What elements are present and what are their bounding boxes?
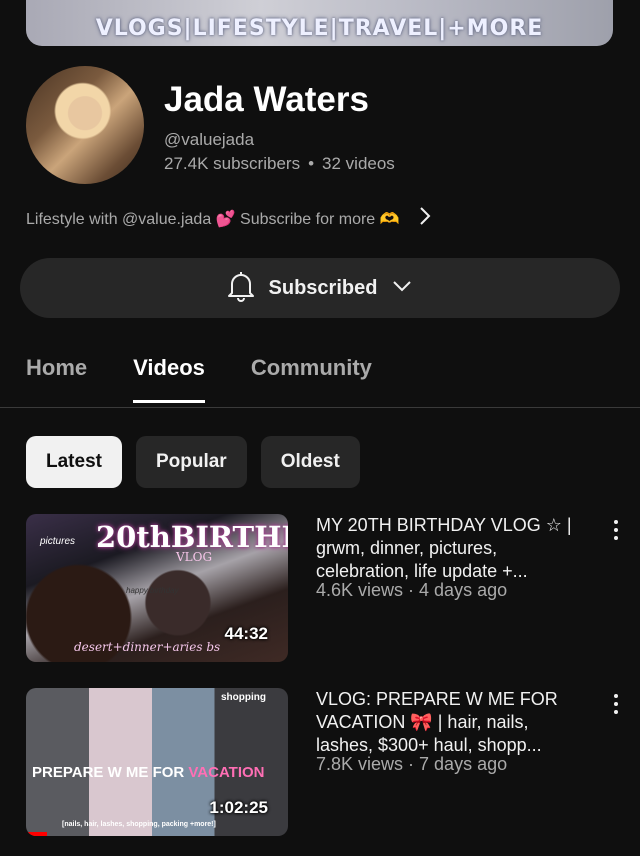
thumbnail-cake-text: happy birthday — [126, 586, 179, 595]
chip-latest[interactable]: Latest — [26, 436, 122, 488]
thumbnail-title-part: PREPARE W ME FOR — [32, 764, 185, 781]
bell-icon — [227, 270, 255, 307]
subscribed-label: Subscribed — [268, 276, 378, 299]
thumbnail-subtitle: VLOG — [176, 550, 213, 564]
video-title[interactable]: MY 20TH BIRTHDAY VLOG ☆ | grwm, dinner, … — [316, 514, 586, 583]
thumbnail-caption: [nails, hair, lashes, shopping, packing … — [62, 821, 216, 828]
channel-avatar[interactable] — [26, 66, 144, 184]
thumbnail-title: PREPARE W ME FOR VACATION — [32, 764, 265, 781]
channel-handle: @valuejada — [164, 130, 255, 149]
video-duration: 1:02:25 — [209, 798, 268, 817]
tabs-divider — [0, 407, 640, 408]
thumbnail-corner-text: pictures — [40, 536, 76, 547]
channel-description[interactable]: Lifestyle with @value.jada 💕 Subscribe f… — [26, 205, 432, 233]
more-options-icon[interactable] — [610, 520, 622, 540]
banner-text: VLOGS|LIFESTYLE|TRAVEL|+MORE — [95, 16, 544, 41]
subscribed-button[interactable]: Subscribed — [20, 258, 620, 318]
tab-videos[interactable]: Videos — [133, 355, 205, 403]
channel-tabs: Home Videos Community — [26, 355, 418, 403]
video-thumbnail[interactable]: pictures 20thBIRTHDAY VLOG happy birthda… — [26, 514, 288, 662]
watch-progress-bar — [26, 832, 47, 836]
chip-popular[interactable]: Popular — [135, 436, 247, 488]
description-text: Lifestyle with @value.jada 💕 Subscribe f… — [26, 211, 400, 228]
subscriber-count: 27.4K subscribers — [164, 154, 301, 173]
chip-oldest[interactable]: Oldest — [260, 436, 360, 488]
more-options-icon[interactable] — [610, 694, 622, 714]
video-item[interactable]: shopping PREPARE W ME FOR VACATION [nail… — [26, 688, 622, 836]
video-meta: 7.8K views · 7 days ago — [316, 754, 508, 774]
channel-banner: VLOGS|LIFESTYLE|TRAVEL|+MORE — [26, 0, 613, 46]
stats-separator: • — [308, 154, 315, 173]
thumbnail-tag: shopping — [221, 692, 266, 703]
video-meta: 4.6K views · 4 days ago — [316, 580, 508, 600]
channel-stats: 27.4K subscribers • 32 videos — [164, 154, 395, 174]
thumbnail-script-text: desert+dinner+aries bs — [74, 640, 221, 654]
video-title[interactable]: VLOG: PREPARE W ME FOR VACATION 🎀 | hair… — [316, 688, 586, 757]
sort-chips: Latest Popular Oldest — [26, 436, 360, 488]
thumbnail-title-highlight: VACATION — [188, 764, 265, 781]
video-duration: 44:32 — [224, 624, 268, 643]
chevron-right-icon[interactable] — [418, 205, 432, 233]
video-thumbnail[interactable]: shopping PREPARE W ME FOR VACATION [nail… — [26, 688, 288, 836]
video-count: 32 videos — [322, 154, 395, 173]
channel-name: Jada Waters — [164, 80, 369, 119]
thumbnail-title: 20thBIRTHDAY — [96, 520, 288, 554]
tab-community[interactable]: Community — [251, 355, 372, 381]
tab-home[interactable]: Home — [26, 355, 87, 381]
video-item[interactable]: pictures 20thBIRTHDAY VLOG happy birthda… — [26, 514, 622, 662]
chevron-down-icon — [391, 279, 413, 298]
